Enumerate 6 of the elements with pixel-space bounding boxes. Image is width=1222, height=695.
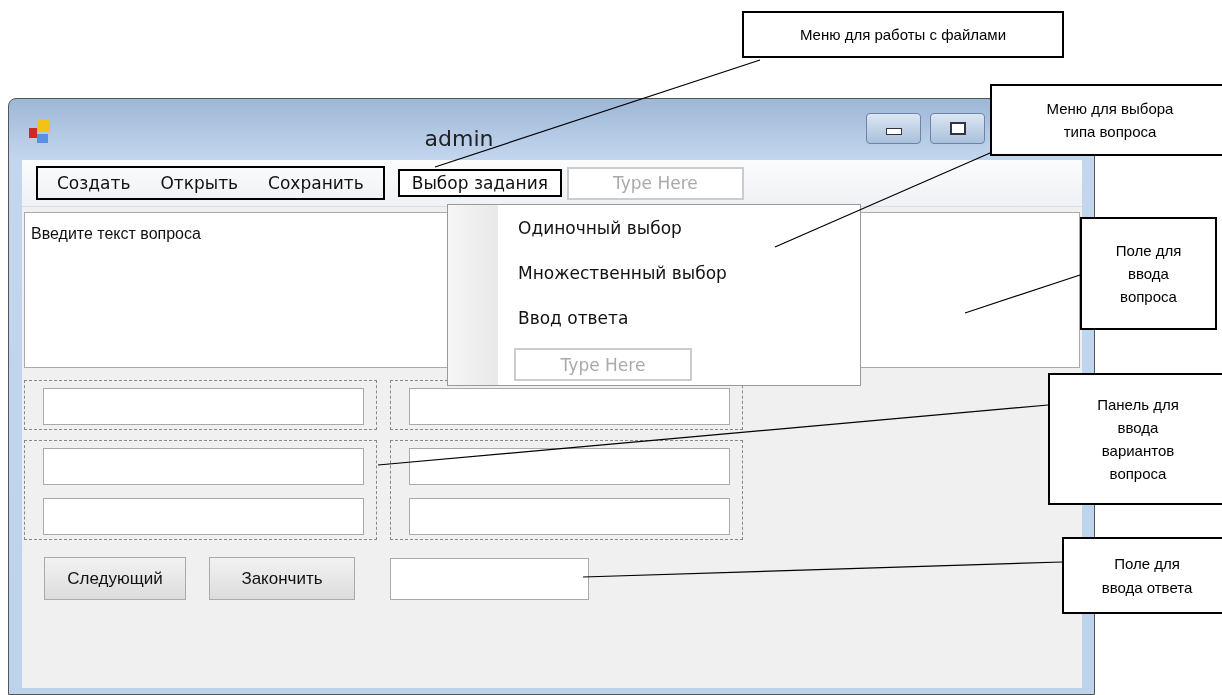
callout-box: Панель для ввода вариантов вопроса [1048,373,1222,505]
window-title: admin [423,126,495,151]
callout-box: Меню для работы с файлами [742,11,1064,58]
callout-box: Меню для выбора типа вопроса [990,84,1222,156]
callout-box: Поле для ввода вопроса [1080,217,1217,330]
callout-box: Поле для ввода ответа [1062,537,1222,614]
